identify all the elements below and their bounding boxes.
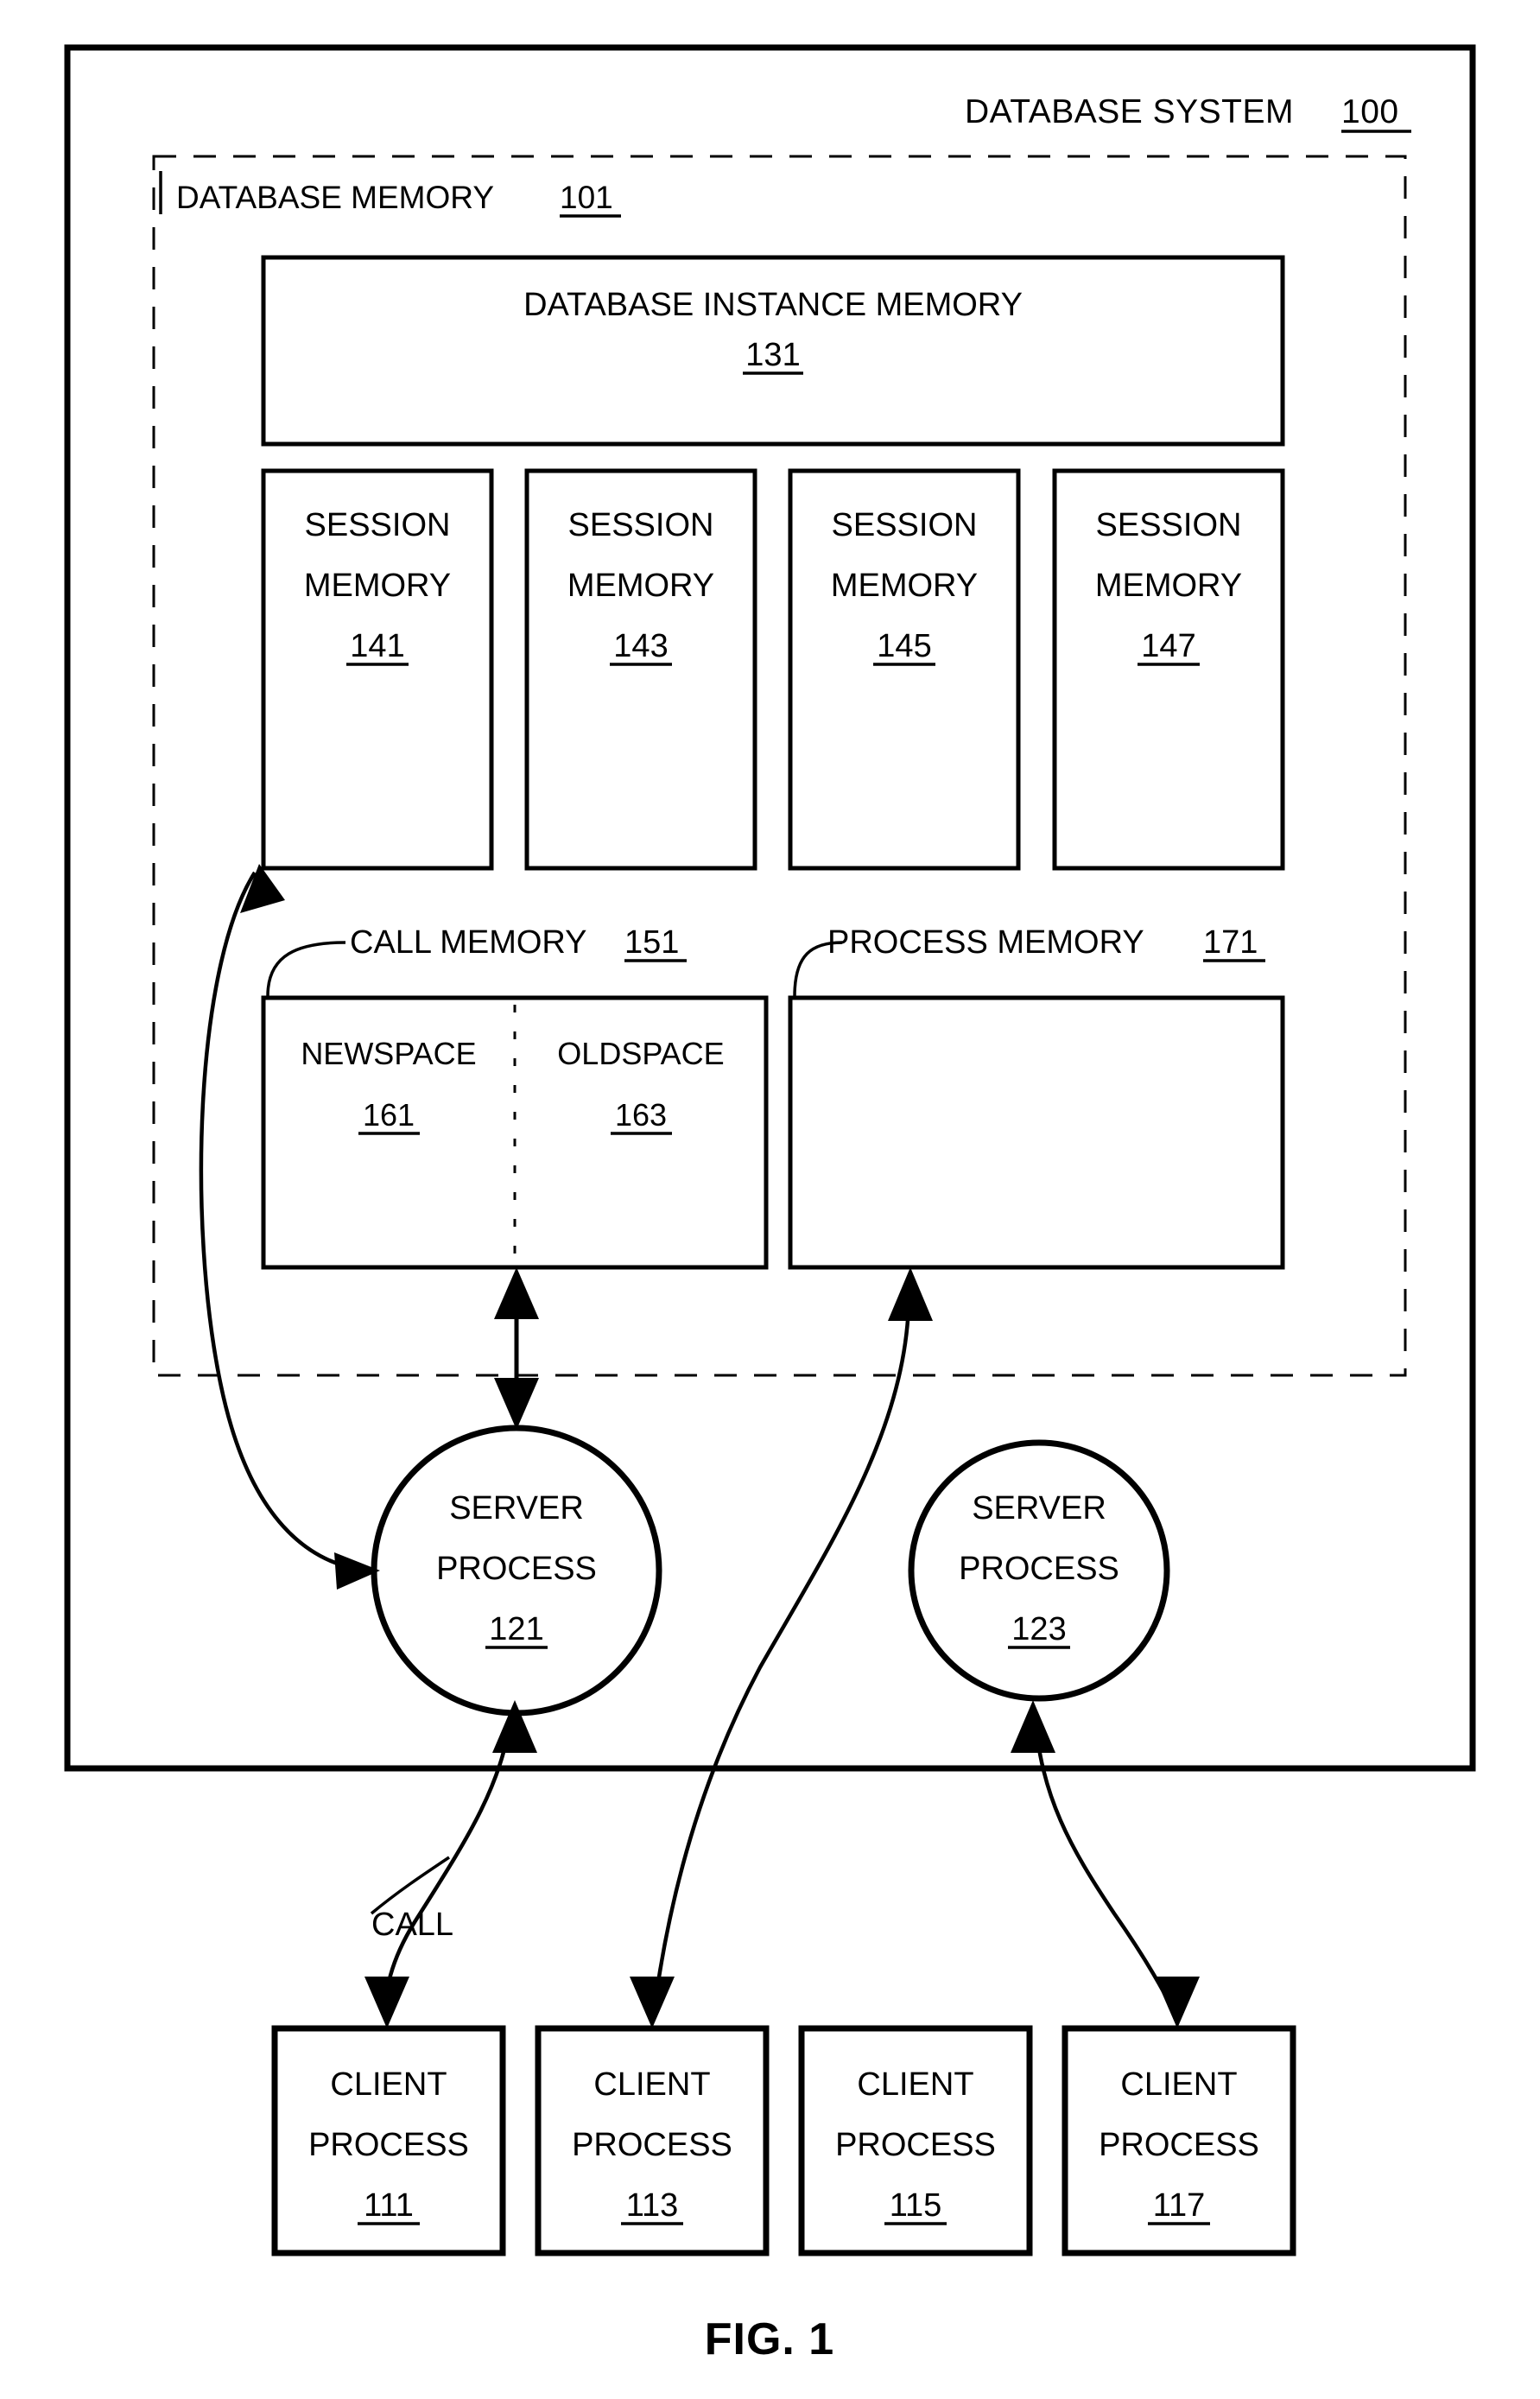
server-process-121-ref: 121 <box>489 1611 543 1647</box>
arrowhead-to-client-process-111 <box>364 1977 409 2028</box>
session-memory-147-line2: MEMORY <box>1095 568 1242 604</box>
session-memory-143-line2: MEMORY <box>567 568 714 604</box>
session-memory-145-line2: MEMORY <box>831 568 978 604</box>
client-process-117-line1: CLIENT <box>1120 2066 1237 2103</box>
connector-clientprocess111-serverprocess121 <box>383 1714 514 2014</box>
process-memory-box <box>788 995 1285 1270</box>
connector-session141-serverprocess121 <box>199 871 367 1573</box>
session-memory-147-line1: SESSION <box>1096 507 1242 543</box>
server-process-123-line2: PROCESS <box>959 1551 1119 1587</box>
patent-figure: DATABASE SYSTEM 100 DATABASE MEMORY 101 … <box>0 0 1540 2399</box>
client-process-113-line2: PROCESS <box>572 2127 732 2163</box>
connector-clientprocess113-processmemory171 <box>651 1305 911 2014</box>
client-process-115-line2: PROCESS <box>835 2127 996 2163</box>
client-process-111-line2: PROCESS <box>308 2127 469 2163</box>
session-memory-145-line1: SESSION <box>832 507 978 543</box>
process-memory-label: PROCESS MEMORY <box>827 924 1144 961</box>
session-memory-145-ref: 145 <box>877 628 931 664</box>
client-process-115-ref: 115 <box>890 2187 942 2224</box>
system-title: DATABASE SYSTEM <box>965 93 1294 130</box>
figure-canvas: DATABASE SYSTEM 100 DATABASE MEMORY 101 … <box>64 44 1476 2364</box>
session-memory-143-line1: SESSION <box>568 507 714 543</box>
client-process-111-ref: 111 <box>364 2187 414 2224</box>
call-annotation-label: CALL <box>371 1907 453 1943</box>
arrowhead-to-server-process-121-top <box>494 1378 539 1430</box>
client-process-111-line1: CLIENT <box>330 2066 447 2103</box>
arrowhead-to-call-memory <box>494 1267 539 1319</box>
instance-memory-label: DATABASE INSTANCE MEMORY <box>523 287 1023 323</box>
server-process-123-ref: 123 <box>1011 1611 1066 1647</box>
session-memory-143-ref: 143 <box>613 628 668 664</box>
session-memory-141-ref: 141 <box>350 628 404 664</box>
session-memory-147-ref: 147 <box>1141 628 1195 664</box>
client-process-113-ref: 113 <box>626 2187 679 2224</box>
oldspace-label: OLDSPACE <box>557 1036 724 1071</box>
oldspace-ref: 163 <box>615 1097 667 1133</box>
session-memory-141-line2: MEMORY <box>304 568 451 604</box>
client-process-115-line1: CLIENT <box>857 2066 973 2103</box>
client-process-117-line2: PROCESS <box>1099 2127 1259 2163</box>
newspace-label: NEWSPACE <box>301 1036 476 1071</box>
instance-memory-ref: 131 <box>745 337 800 373</box>
call-memory-label: CALL MEMORY <box>350 924 587 961</box>
database-memory-label: DATABASE MEMORY <box>176 180 494 215</box>
process-memory-ref: 171 <box>1203 924 1258 961</box>
figure-caption: FIG. 1 <box>705 2314 834 2364</box>
session-memory-141-line1: SESSION <box>305 507 451 543</box>
database-memory-ref: 101 <box>560 180 613 215</box>
call-memory-ref: 151 <box>624 924 679 961</box>
call-memory-leader-line <box>266 941 346 997</box>
connector-serverprocess123-clientprocess117 <box>1032 1712 1177 2015</box>
server-process-121-line2: PROCESS <box>436 1551 597 1587</box>
server-process-121-line1: SERVER <box>449 1490 584 1526</box>
newspace-ref: 161 <box>363 1097 415 1133</box>
client-process-113-line1: CLIENT <box>593 2066 710 2103</box>
arrowhead-to-process-memory-171 <box>888 1267 933 1321</box>
system-ref: 100 <box>1341 93 1399 130</box>
arrowhead-to-server-process-123 <box>1011 1700 1055 1753</box>
server-process-123-line1: SERVER <box>972 1490 1106 1526</box>
arrowhead-to-client-process-113 <box>630 1977 675 2028</box>
arrowhead-to-client-process-117 <box>1155 1977 1200 2028</box>
client-process-117-ref: 117 <box>1153 2187 1206 2224</box>
